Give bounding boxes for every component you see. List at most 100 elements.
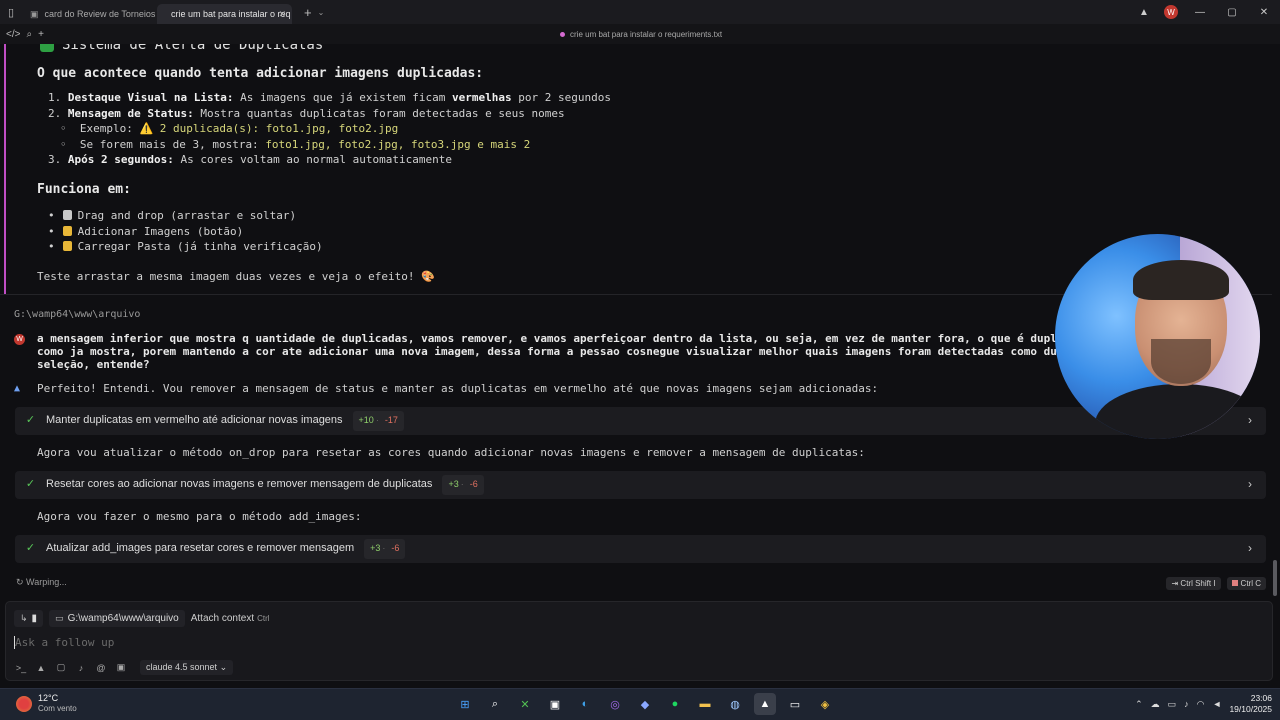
minimize-icon[interactable]: — [1184,0,1216,24]
context-bar: ↳ ▮ ▭ G:\wamp64\www\arquivo Attach context… [14,610,270,627]
title-bar: ▯ ▣ card do Review de Torneios crie um b… [0,0,1280,24]
folder-icon: ▭ [55,613,64,623]
file-explorer-icon[interactable]: ▬ [694,693,716,715]
shortcut-hint[interactable]: ⇥ Ctrl Shift I [1166,577,1221,590]
weather-icon [16,695,32,712]
prompt-input-box[interactable]: ↳ ▮ ▭ G:\wamp64\www\arquivo Attach context… [5,601,1273,681]
terminal-icon: ▣ [30,8,39,19]
list-bold: Após 2 segundos: [67,153,174,166]
webcam-person [1133,260,1229,300]
close-window-icon[interactable]: ✕ [1248,0,1280,24]
step-card[interactable]: ✓ Manter duplicatas em vermelho até adic… [15,407,1266,435]
warp-logo-icon[interactable]: ▲ [1130,0,1158,24]
document-title: crie um bat para instalar o requeriments… [560,30,722,39]
mode-toggle[interactable]: ↳ ▮ [14,610,44,627]
model-selector[interactable]: claude 4.5 sonnet ⌄ [140,660,234,675]
list-number: 2. [48,106,62,120]
list-item: 1. Destaque Visual na Lista: As imagens … [48,90,611,106]
search-icon[interactable]: ⌕ [484,693,506,715]
volume-icon[interactable]: ◄ [1213,699,1222,709]
app-icon[interactable]: ◍ [724,693,746,715]
app-icon[interactable]: ▣ [544,693,566,715]
chevron-up-icon[interactable]: ⌃ [1135,699,1143,710]
chevron-right-icon[interactable]: › [1248,477,1252,493]
chevron-down-icon[interactable]: ⌄ [318,8,325,17]
mic-icon[interactable]: ♪ [1184,699,1189,709]
app-icon[interactable]: ◆ [634,693,656,715]
search-icon[interactable]: ⌕ [26,29,32,40]
sub-value: foto1.jpg, foto2.jpg, foto3.jpg e mais 2 [265,137,531,151]
heading-text: Sistema de Alerta de Duplicatas [62,44,324,53]
weather-widget[interactable]: 12°C Com vento [16,693,77,714]
list-text: Adicionar Imagens (botão) [77,224,244,238]
list-number: 1. [48,91,62,104]
warp-icon[interactable]: ▲ [754,693,776,715]
list-item: • Drag and drop (arrastar e soltar) [48,209,297,222]
tab-review-torneios[interactable]: ▣ card do Review de Torneios [22,4,157,24]
additions: +3 [448,479,459,490]
sub-value: ⚠️ 2 duplicada(s): foto1.jpg, foto2.jpg [139,122,399,135]
temperature: 12°C [38,693,59,703]
agent-icon[interactable]: ▲ [34,663,48,673]
list-text: Mostra quantas duplicatas foram detectad… [193,106,565,120]
shortcut-label: Ctrl Shift I [1180,579,1216,588]
plus-icon[interactable]: + [38,29,44,40]
arrow-icon: ↳ [20,613,28,623]
cwd-chip[interactable]: ▭ G:\wamp64\www\arquivo [49,610,185,627]
status-dot-icon [560,31,565,37]
sub-label: Se forem mais de 3, mostra: [79,137,266,151]
sidebar-toggle-icon[interactable]: ▯ [0,0,22,24]
scrollbar[interactable] [1273,44,1277,600]
attach-context-button[interactable]: Attach context Ctrl [191,613,270,624]
at-icon[interactable]: @ [94,663,108,673]
scrollbar-thumb[interactable] [1273,560,1277,596]
list-item: • Carregar Pasta (já tinha verificação) [48,240,323,253]
list-text: Drag and drop (arrastar e soltar) [77,209,297,222]
tab-label: crie um bat para instalar o req [171,9,291,19]
start-icon[interactable]: ⊞ [454,693,476,715]
tab-bat-requirements[interactable]: crie um bat para instalar o req ✕ [157,4,292,24]
attach-label: Attach context [190,613,255,624]
new-tab-plus-icon[interactable]: + [304,5,312,20]
system-tray: ⌃ ☁ ▭ ♪ ◠ ◄ 23:06 19/10/2025 [1135,693,1272,715]
list-bold: vermelhas [452,91,512,104]
stop-hint[interactable]: Ctrl C [1226,577,1266,590]
list-text: As imagens que já existem ficam [233,91,452,104]
app-icon[interactable]: ◎ [604,693,626,715]
clock[interactable]: 23:06 19/10/2025 [1229,693,1272,715]
deletions: -17 [384,415,398,426]
list-item: • Adicionar Imagens (botão) [48,224,244,238]
edge-icon[interactable]: ◐ [574,693,596,715]
tab-label: card do Review de Torneios [44,9,156,19]
code-icon[interactable]: </> [6,29,20,40]
avatar[interactable]: W [1164,5,1178,19]
network-icon[interactable]: ▭ [1168,699,1177,710]
follow-up-input[interactable]: Ask a follow up [14,636,114,649]
cloud-icon[interactable]: ☁ [1151,699,1160,710]
xbox-icon[interactable]: ✕ [514,693,536,715]
check-icon: ✓ [25,414,36,427]
python-icon[interactable]: ◈ [814,693,836,715]
list-item: 3. Após 2 segundos: As cores voltam ao n… [48,152,611,168]
file-icon[interactable]: ▢ [54,662,68,673]
maximize-icon[interactable]: ▢ [1216,0,1248,24]
list-bold: Destaque Visual na Lista: [67,91,234,104]
list-item: 2. Mensagem de Status: Mostra quantas du… [48,106,611,122]
spotify-icon[interactable]: ● [664,693,686,715]
terminal-icon[interactable]: ▭ [784,693,806,715]
terminal-icon[interactable]: >_ [14,663,28,673]
wifi-icon[interactable]: ◠ [1197,699,1205,710]
step-label: Manter duplicatas em vermelho até adicio… [46,414,343,427]
close-icon[interactable]: ✕ [278,9,286,20]
step-card[interactable]: ✓ Resetar cores ao adicionar novas image… [15,471,1266,499]
shortcut-hints: ⇥ Ctrl Shift I Ctrl C [1166,577,1266,590]
page-heading: O que acontece quando tenta adicionar im… [37,66,484,81]
diff-stats: +3 · -6 [442,475,484,495]
chevron-right-icon[interactable]: › [1248,541,1252,557]
step-card[interactable]: ✓ Atualizar add_images para resetar core… [15,535,1266,563]
bullet-list: • Drag and drop (arrastar e soltar) • Adic… [48,208,323,255]
mic-icon[interactable]: ♪ [74,663,88,673]
section-heading-cut: Sistema de Alerta de Duplicatas [40,44,323,54]
image-icon[interactable]: ▣ [114,662,128,673]
folder-icon [62,241,72,251]
